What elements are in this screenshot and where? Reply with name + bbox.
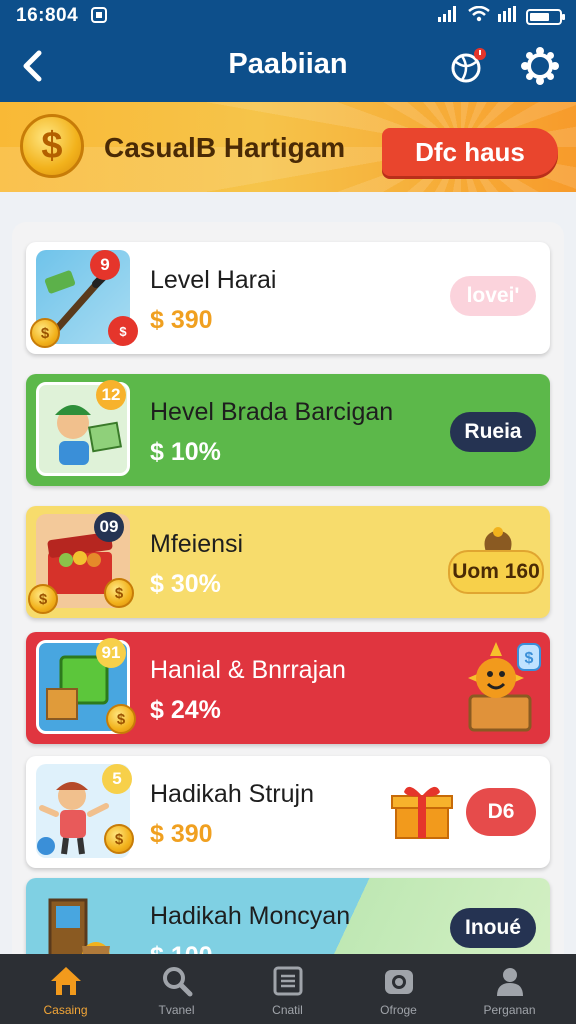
- person-icon: [493, 964, 527, 998]
- item-action-button[interactable]: Rueia: [450, 412, 536, 452]
- notification-button[interactable]: [448, 46, 488, 86]
- status-bar: 16:804: [0, 0, 576, 32]
- item-name: Hadikah Moncyan: [150, 902, 351, 930]
- item-name: Hadikah Strujn: [150, 780, 314, 808]
- signal-icon: [438, 6, 460, 27]
- coin-icon: $: [104, 824, 134, 854]
- app-header: Paabiian: [0, 32, 576, 102]
- nav-item-casaing[interactable]: Casaing: [8, 954, 123, 1024]
- item-name: Level Harai: [150, 266, 277, 294]
- coin-icon: $: [106, 704, 136, 734]
- globe-notification-icon: [451, 48, 486, 83]
- bottom-nav: Casaing Tvanel Cnatil Ofroge Perganan: [0, 954, 576, 1024]
- banner-title: CasualB Hartigam: [104, 132, 346, 163]
- item-name: Hanial & Bnrrajan: [150, 656, 346, 684]
- list-item[interactable]: 5 $ Hadikah Strujn $ 390 D6: [26, 756, 550, 868]
- coin-icon: $: [28, 584, 58, 614]
- item-name: Hevel Brada Barcigan: [150, 398, 394, 426]
- sun-mascot-icon: $: [456, 638, 546, 743]
- item-badge: 91: [96, 638, 126, 668]
- item-value: $ 390: [150, 820, 213, 848]
- list-item[interactable]: 12 Hevel Brada Barcigan $ 10% Rueia: [26, 374, 550, 486]
- item-action-button[interactable]: Uom 160: [448, 550, 544, 594]
- nav-item-ofroge[interactable]: Ofroge: [341, 954, 456, 1024]
- nav-label: Perganan: [483, 1003, 536, 1017]
- list-icon: [271, 964, 305, 998]
- nav-item-tvanel[interactable]: Tvanel: [119, 954, 234, 1024]
- item-badge: 5: [102, 764, 132, 794]
- status-time: 16:804: [16, 5, 79, 26]
- item-value: $ 10%: [150, 438, 221, 466]
- nav-label: Ofroge: [380, 1003, 417, 1017]
- gear-icon: [521, 47, 559, 85]
- item-list: 9 $ $ Level Harai $ 390 lovei' 12 Hevel …: [12, 222, 564, 982]
- search-icon: [160, 964, 194, 998]
- nav-label: Cnatil: [272, 1003, 303, 1017]
- camera-icon: [382, 964, 416, 998]
- dollar-badge-icon: $: [108, 316, 138, 346]
- battery-icon: [526, 8, 565, 25]
- list-item[interactable]: 9 $ $ Level Harai $ 390 lovei': [26, 242, 550, 354]
- item-badge: 09: [94, 512, 124, 542]
- nav-label: Casaing: [43, 1003, 88, 1017]
- nav-label: Tvanel: [158, 1003, 195, 1017]
- coin-icon: $: [30, 318, 60, 348]
- nav-item-perganan[interactable]: Perganan: [452, 954, 567, 1024]
- item-value: $ 24%: [150, 696, 221, 724]
- sim-icon: [90, 6, 108, 29]
- item-value: $ 30%: [150, 570, 221, 598]
- item-value: $ 390: [150, 306, 213, 334]
- item-action-button[interactable]: D6: [466, 788, 536, 836]
- home-icon: [49, 964, 83, 998]
- item-action-button[interactable]: Inoué: [450, 908, 536, 948]
- promo-banner: $ CasualB Hartigam Dfc haus: [0, 102, 576, 192]
- settings-button[interactable]: [520, 46, 560, 86]
- coin-icon: $: [104, 578, 134, 608]
- item-name: Mfeiensi: [150, 530, 244, 558]
- item-action-button[interactable]: lovei': [450, 276, 536, 316]
- dollar-coin-icon: $: [20, 114, 84, 178]
- banner-button[interactable]: Dfc haus: [382, 128, 558, 176]
- signal-bars-icon: [498, 6, 518, 27]
- list-item[interactable]: 91 $ Hanial & Bnrrajan $ 24% $: [26, 632, 550, 744]
- page-title: Paabiian: [228, 48, 348, 80]
- nav-item-cnatil[interactable]: Cnatil: [230, 954, 345, 1024]
- svg-text:$: $: [525, 650, 534, 667]
- list-item[interactable]: 09 $ $ Mfeiensi $ 30% Uom 160: [26, 506, 550, 618]
- item-badge: 12: [96, 380, 126, 410]
- wifi-icon: [468, 5, 490, 27]
- item-badge: 9: [90, 250, 120, 280]
- gift-box-icon: [390, 778, 454, 847]
